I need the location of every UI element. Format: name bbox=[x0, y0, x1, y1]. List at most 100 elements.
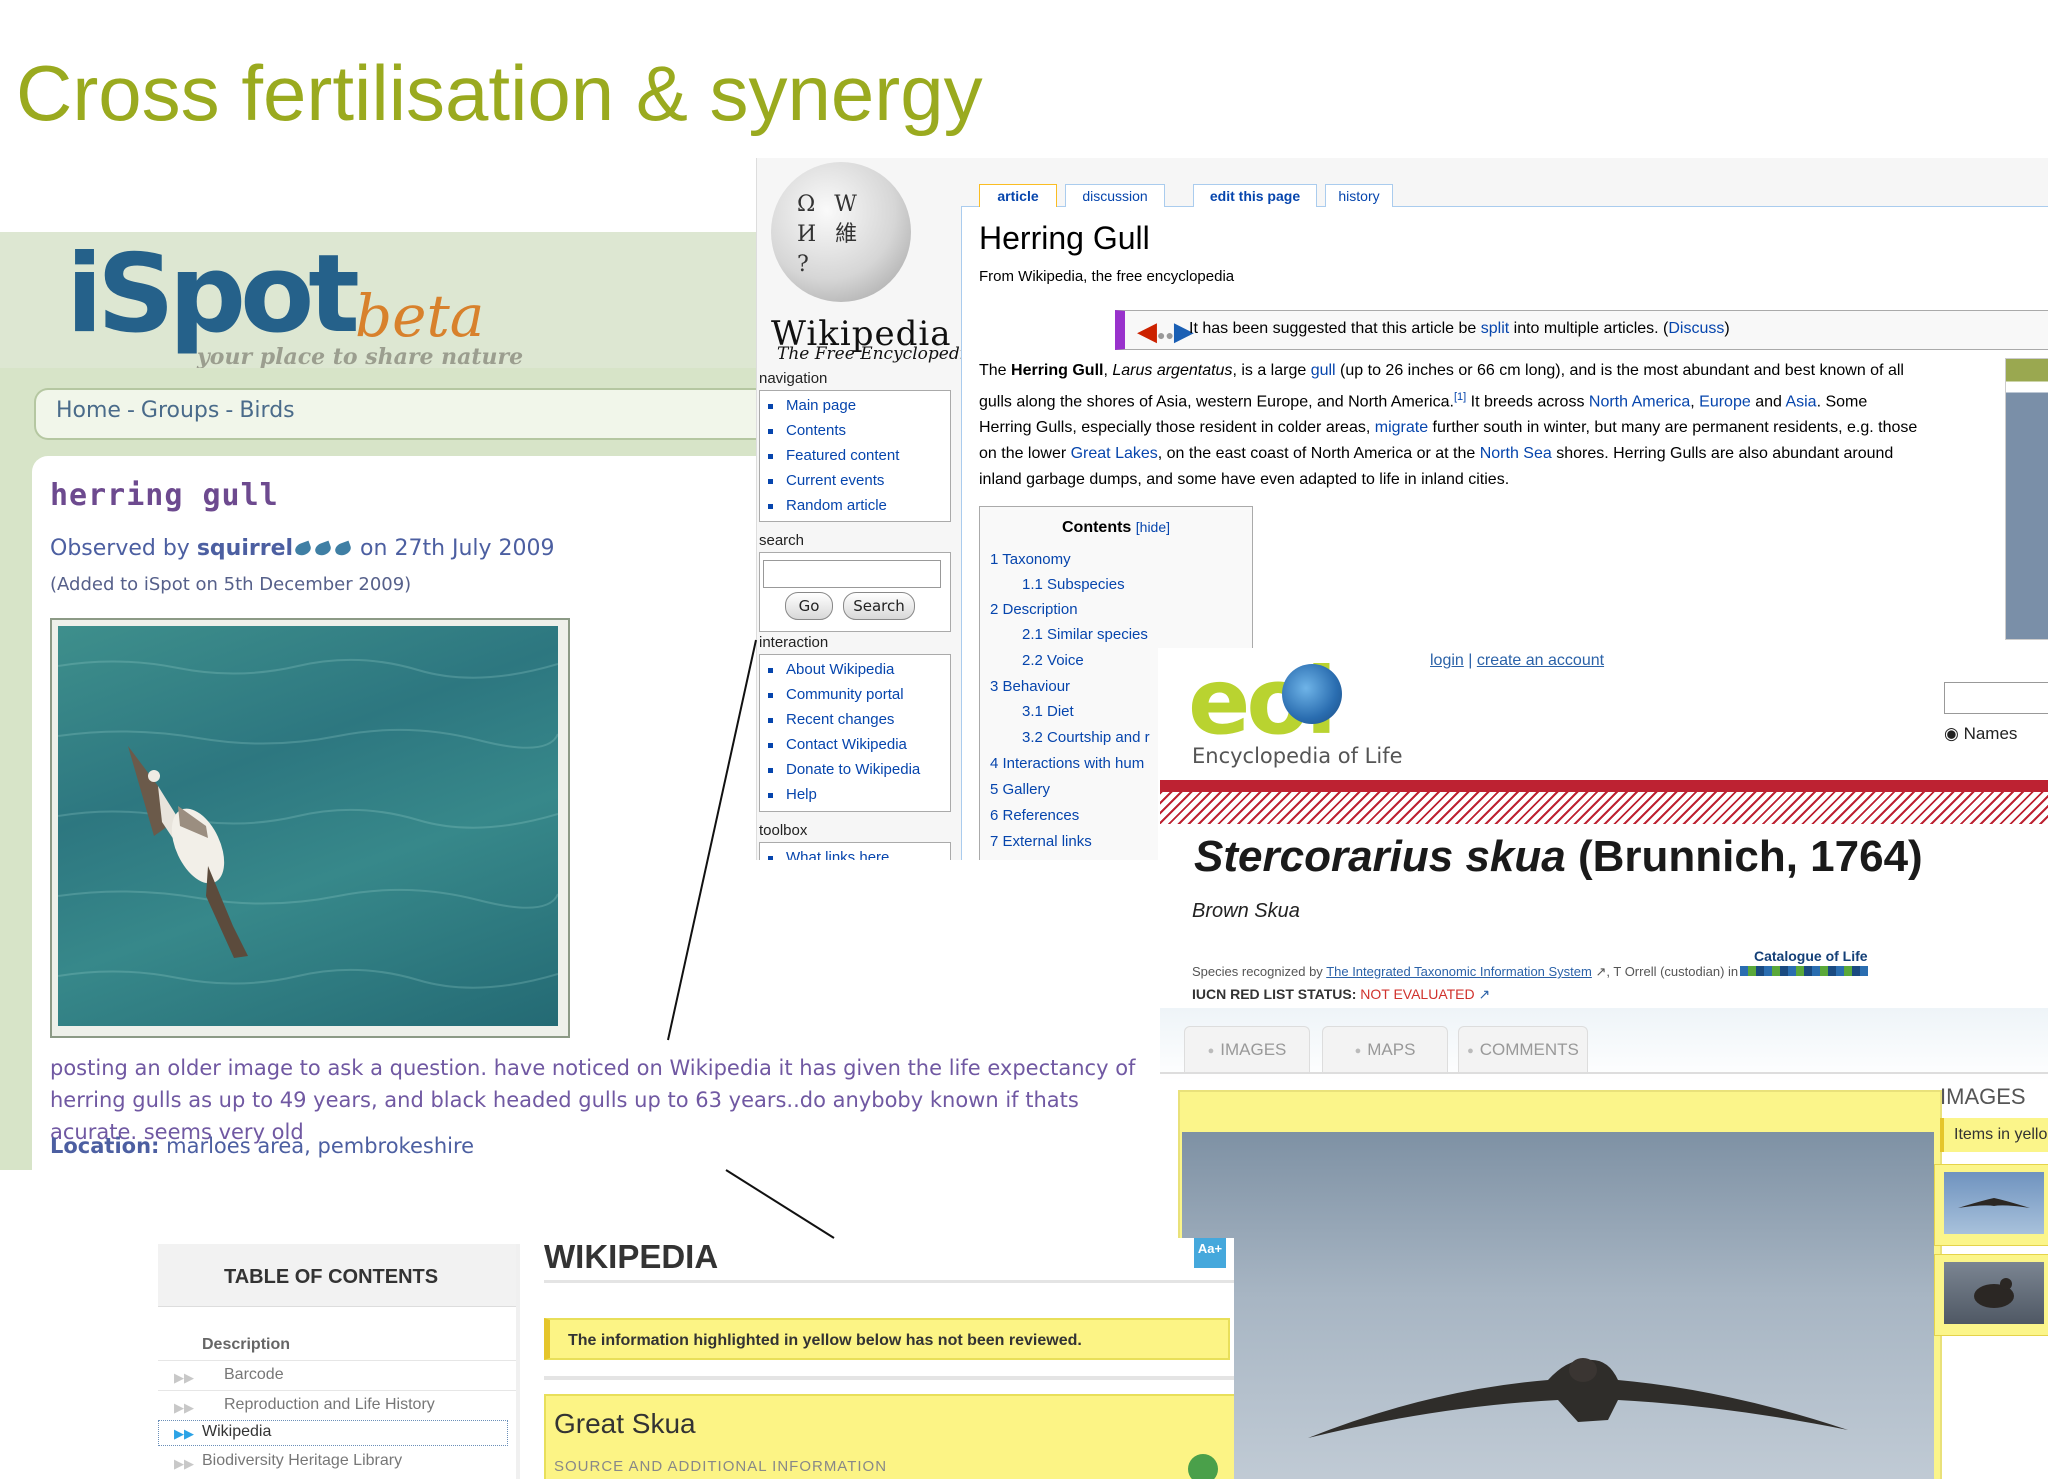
names-radio[interactable]: ◉ Names bbox=[1944, 724, 2017, 744]
wikipedia-mobile-panel: TABLE OF CONTENTS Description ▶▶ Barcode… bbox=[158, 1238, 1234, 1479]
nav-about[interactable]: About Wikipedia bbox=[760, 657, 950, 682]
connector-line-mobile bbox=[725, 1169, 835, 1239]
toc-item-reproduction[interactable]: Reproduction and Life History bbox=[224, 1396, 435, 1414]
login-link[interactable]: login bbox=[1430, 652, 1464, 669]
eol-hatch-band bbox=[1160, 792, 2048, 824]
toc-item-description[interactable]: Description bbox=[202, 1336, 290, 1354]
section-heading: Great Skua bbox=[554, 1408, 696, 1439]
search-input[interactable] bbox=[763, 560, 941, 588]
nav-contact[interactable]: Contact Wikipedia bbox=[760, 732, 950, 757]
article-subtitle: From Wikipedia, the free encyclopedia bbox=[979, 268, 1235, 285]
go-button[interactable]: Go bbox=[785, 592, 833, 620]
plus-circle-icon[interactable] bbox=[1188, 1454, 1218, 1479]
names-label: Names bbox=[1963, 724, 2018, 743]
nav-random-article[interactable]: Random article bbox=[760, 493, 950, 518]
nav-donate[interactable]: Donate to Wikipedia bbox=[760, 757, 950, 782]
link-gull[interactable]: gull bbox=[1311, 362, 1336, 379]
nav-recent-changes[interactable]: Recent changes bbox=[760, 707, 950, 732]
source-label[interactable]: SOURCE AND ADDITIONAL INFORMATION bbox=[554, 1458, 887, 1475]
aa-text-size-icon[interactable]: Aa+ bbox=[1194, 1238, 1226, 1268]
ispot-tagline: your place to share nature bbox=[197, 344, 524, 370]
interaction-box: About Wikipedia Community portal Recent … bbox=[759, 654, 951, 812]
location-label: Location: bbox=[50, 1134, 160, 1158]
chevron-right-icon: ▶▶ bbox=[174, 1456, 194, 1471]
external-link-icon: ↗ bbox=[1595, 964, 1607, 979]
location-value: marloes area, pembrokeshire bbox=[166, 1134, 475, 1158]
thumbnail-skua-on-water[interactable] bbox=[1944, 1262, 2044, 1324]
species-title: Stercorarius skua (Brunnich, 1764) bbox=[1194, 832, 1923, 882]
breadcrumb-birds[interactable]: Birds bbox=[239, 398, 294, 423]
toc-item[interactable]: 2.1 Similar species bbox=[1022, 626, 1148, 643]
toc-title: TABLE OF CONTENTS bbox=[224, 1266, 439, 1288]
toc-item[interactable]: 1.1 Subspecies bbox=[1022, 576, 1125, 593]
tab-article[interactable]: article bbox=[979, 184, 1057, 207]
scientific-name: Stercorarius skua bbox=[1194, 832, 1566, 881]
nav-main-page[interactable]: Main page bbox=[760, 393, 950, 418]
slide-title: Cross fertilisation & synergy bbox=[16, 49, 983, 137]
link-asia[interactable]: Asia bbox=[1785, 393, 1816, 410]
radio-selected-icon: ◉ bbox=[1944, 724, 1959, 743]
create-account-link[interactable]: create an account bbox=[1477, 652, 1604, 669]
reputation-icon bbox=[293, 536, 353, 561]
catalogue-of-life-logo[interactable]: Catalogue of Life bbox=[1754, 948, 1868, 964]
toc-item[interactable]: 7 External links bbox=[990, 833, 1092, 850]
toc-item[interactable]: 2 Description bbox=[990, 601, 1078, 618]
wikipedia-logo: WIKIPEDIA bbox=[544, 1238, 719, 1275]
search-button[interactable]: Search bbox=[843, 592, 915, 620]
toc-item-bhl[interactable]: Biodiversity Heritage Library bbox=[202, 1452, 402, 1470]
split-link[interactable]: split bbox=[1481, 320, 1509, 337]
nav-help[interactable]: Help bbox=[760, 782, 950, 807]
toc-item[interactable]: 4 Interactions with hum bbox=[990, 755, 1144, 772]
eol-search-input[interactable] bbox=[1944, 682, 2048, 714]
link-europe[interactable]: Europe bbox=[1699, 393, 1751, 410]
nav-what-links-here[interactable]: What links here bbox=[760, 845, 950, 860]
toc-item[interactable]: 1 Taxonomy bbox=[990, 551, 1071, 568]
breadcrumb-groups[interactable]: Groups bbox=[141, 398, 219, 423]
header-rule bbox=[544, 1280, 1234, 1283]
toc-item[interactable]: 3.1 Diet bbox=[1022, 703, 1074, 720]
eol-tab-divider bbox=[1160, 1072, 2048, 1074]
citation-1[interactable]: [1] bbox=[1454, 391, 1466, 403]
toc-item[interactable]: 2.2 Voice bbox=[1022, 652, 1084, 669]
toc-hide-link[interactable]: [hide] bbox=[1136, 519, 1170, 535]
nav-community-portal[interactable]: Community portal bbox=[760, 682, 950, 707]
toc-title: Contents [hide] bbox=[1061, 519, 1171, 536]
tab-images[interactable]: IMAGES bbox=[1184, 1026, 1310, 1073]
tab-comments[interactable]: COMMENTS bbox=[1458, 1026, 1588, 1073]
link-north-america[interactable]: North America bbox=[1589, 393, 1690, 410]
tab-maps[interactable]: MAPS bbox=[1322, 1026, 1448, 1073]
tab-history[interactable]: history bbox=[1325, 184, 1393, 207]
discuss-link[interactable]: Discuss bbox=[1668, 320, 1724, 337]
navigation-box: Main page Contents Featured content Curr… bbox=[759, 390, 951, 522]
toc-item[interactable]: 3 Behaviour bbox=[990, 678, 1070, 695]
added-date: (Added to iSpot on 5th December 2009) bbox=[50, 574, 412, 595]
nav-current-events[interactable]: Current events bbox=[760, 468, 950, 493]
link-great-lakes[interactable]: Great Lakes bbox=[1071, 445, 1158, 462]
itis-link[interactable]: The Integrated Taxonomic Information Sys… bbox=[1326, 964, 1592, 979]
toc-item-wikipedia[interactable]: Wikipedia bbox=[202, 1423, 271, 1441]
link-migrate[interactable]: migrate bbox=[1375, 419, 1428, 436]
link-north-sea[interactable]: North Sea bbox=[1480, 445, 1552, 462]
nav-featured-content[interactable]: Featured content bbox=[760, 443, 950, 468]
toc-item-barcode[interactable]: Barcode bbox=[224, 1366, 284, 1384]
article-thumbnail[interactable] bbox=[2005, 358, 2048, 640]
breadcrumb-home[interactable]: Home bbox=[56, 398, 121, 423]
observed-date: on 27th July 2009 bbox=[360, 536, 555, 561]
species-author: (Brunnich, 1764) bbox=[1565, 832, 1923, 881]
nav-contents[interactable]: Contents bbox=[760, 418, 950, 443]
items-in-yellow-note: Items in yello bbox=[1940, 1118, 2048, 1152]
external-link-icon: ↗ bbox=[1478, 986, 1491, 1002]
observation-photo[interactable] bbox=[57, 626, 559, 1026]
toc-item[interactable]: 3.2 Courtship and r bbox=[1022, 729, 1150, 746]
tab-discussion[interactable]: discussion bbox=[1065, 184, 1165, 207]
iucn-value[interactable]: NOT EVALUATED bbox=[1360, 986, 1474, 1002]
review-notice: The information highlighted in yellow be… bbox=[544, 1318, 1230, 1360]
split-notice-text: It has been suggested that this article … bbox=[1189, 320, 1730, 337]
observer-link[interactable]: squirrel bbox=[197, 536, 293, 561]
tab-edit[interactable]: edit this page bbox=[1193, 184, 1317, 207]
toc-item[interactable]: 5 Gallery bbox=[990, 781, 1050, 798]
chevron-right-icon: ▶▶ bbox=[174, 1400, 194, 1415]
ispot-logo[interactable]: iSpot bbox=[66, 232, 360, 357]
thumbnail-flying-skua[interactable] bbox=[1944, 1172, 2044, 1234]
toc-item[interactable]: 6 References bbox=[990, 807, 1079, 824]
